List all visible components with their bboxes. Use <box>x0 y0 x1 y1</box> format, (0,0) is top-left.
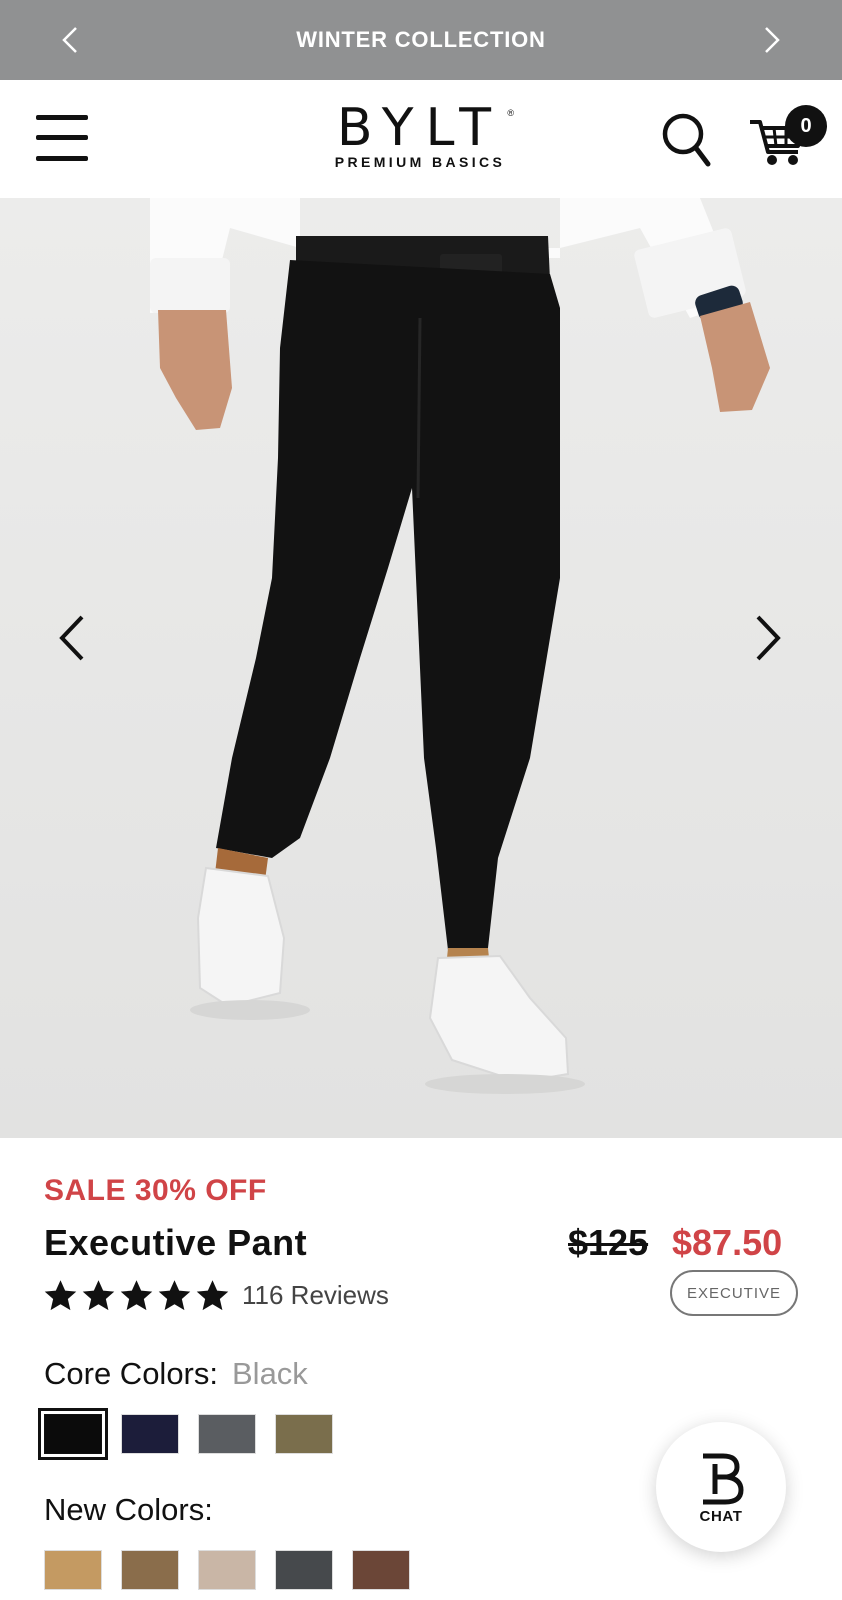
original-price: $125 <box>568 1222 649 1263</box>
search-icon <box>662 113 711 167</box>
star-icon <box>196 1280 229 1311</box>
core-color-swatch[interactable] <box>38 1408 108 1460</box>
new-color-swatch[interactable] <box>121 1550 179 1590</box>
search-button[interactable] <box>660 110 714 168</box>
core-color-swatch[interactable] <box>121 1414 179 1454</box>
announcement-next-button[interactable] <box>754 22 790 58</box>
product-image-carousel[interactable] <box>0 198 842 1138</box>
menu-icon-bar <box>36 115 88 120</box>
fit-tag-button[interactable]: EXECUTIVE <box>670 1270 798 1316</box>
chat-button[interactable]: CHAT <box>656 1422 786 1552</box>
menu-icon-bar <box>36 135 88 140</box>
chat-label: CHAT <box>699 1507 743 1525</box>
new-color-swatch[interactable] <box>198 1550 256 1590</box>
brand-logo[interactable]: BYLT ® PREMIUM BASICS <box>320 102 520 172</box>
new-colors-label: New Colors: <box>44 1492 213 1527</box>
chat-logo-icon <box>703 1453 744 1504</box>
announcement-prev-button[interactable] <box>52 22 88 58</box>
star-icon <box>82 1280 115 1311</box>
logo-wordmark: BYLT <box>336 98 504 158</box>
chevron-left-icon <box>62 27 77 53</box>
core-color-swatches <box>38 1408 333 1460</box>
cart-count-badge: 0 <box>785 105 827 147</box>
star-icon <box>158 1280 191 1311</box>
selected-color-name: Black <box>232 1356 308 1391</box>
announcement-bar: WINTER COLLECTION <box>0 0 842 80</box>
rating-stars[interactable] <box>42 1278 231 1314</box>
chevron-right-icon <box>765 27 780 53</box>
menu-icon-bar <box>36 156 88 161</box>
product-title: Executive Pant <box>44 1222 308 1263</box>
product-photo <box>0 198 842 1138</box>
core-colors-heading: Core Colors: Black <box>44 1356 308 1392</box>
new-color-swatch[interactable] <box>275 1550 333 1590</box>
chevron-left-icon <box>59 615 84 661</box>
site-header: BYLT ® PREMIUM BASICS <box>0 80 842 198</box>
new-color-swatch[interactable] <box>352 1550 410 1590</box>
star-icon <box>120 1280 153 1311</box>
core-color-swatch[interactable] <box>198 1414 256 1454</box>
core-color-swatch[interactable] <box>275 1414 333 1454</box>
menu-button[interactable] <box>36 112 90 166</box>
image-prev-button[interactable] <box>42 608 102 668</box>
announcement-title[interactable]: WINTER COLLECTION <box>296 27 545 53</box>
logo-tagline: PREMIUM BASICS <box>334 154 506 170</box>
new-color-swatch[interactable] <box>44 1550 102 1590</box>
image-next-button[interactable] <box>738 608 798 668</box>
sale-price: $87.50 <box>672 1222 783 1263</box>
core-colors-label: Core Colors: <box>44 1356 218 1391</box>
sale-label: SALE 30% OFF <box>44 1174 267 1207</box>
reviews-link[interactable]: 116 Reviews <box>242 1280 389 1311</box>
new-color-swatches <box>44 1550 410 1590</box>
star-icon <box>44 1280 77 1311</box>
chevron-right-icon <box>756 615 781 661</box>
logo-registered-mark: ® <box>507 108 514 118</box>
